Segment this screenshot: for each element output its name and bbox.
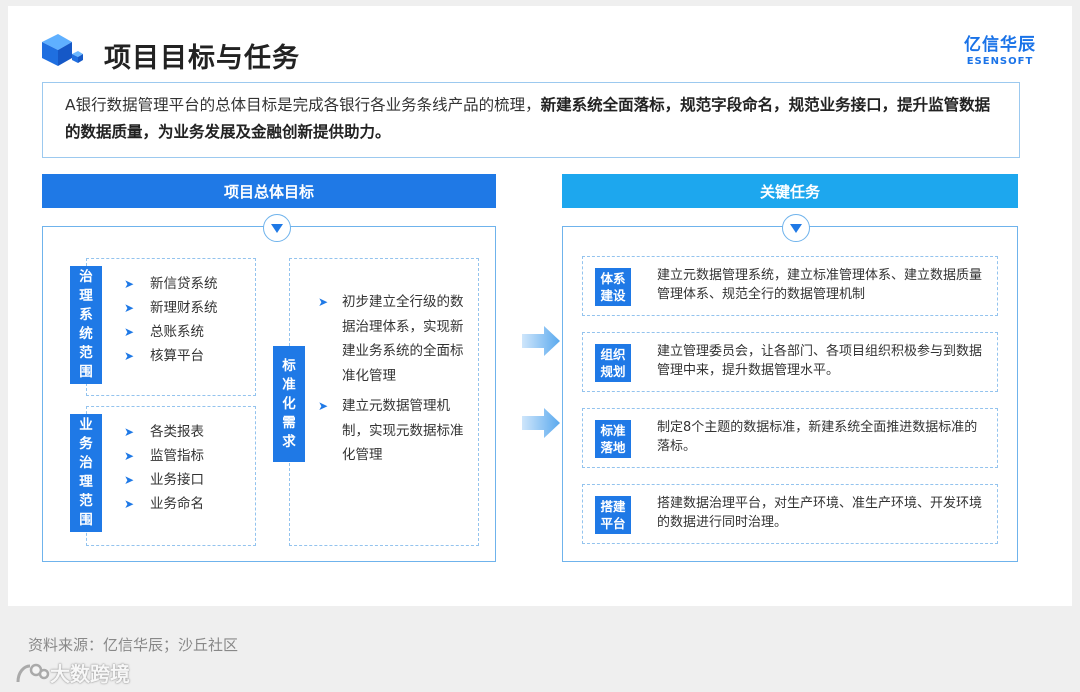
list-item: ➤ 监管指标 [124,444,204,468]
chevron-right-icon: ➤ [124,301,135,315]
chevron-right-icon: ➤ [124,497,135,511]
arrow-right-icon [522,408,560,438]
list-item: ➤ 总账系统 [124,320,218,344]
task-text: 建立管理委员会，让各部门、各项目组织积极参与到数据管理中来，提升数据管理水平。 [657,344,983,378]
task-badge: 标准 落地 [595,420,631,458]
task-item: 标准 落地 制定8个主题的数据标准，新建系统全面推进数据标准的落标。 [582,408,998,468]
chevron-down-icon [263,214,291,242]
governance-scope-label: 治理系统范围 [70,266,102,384]
task-item: 体系 建设 建立元数据管理系统，建立标准管理体系、建立数据质量管理体系、规范全行的… [582,256,998,316]
brand-logo: 亿信华辰 ESENSOFT [964,30,1036,67]
right-panel-header: 关键任务 [562,174,1018,208]
list-item: ➤ 新信贷系统 [124,272,218,296]
cube-logo-icon [42,34,83,66]
list-item: ➤ 各类报表 [124,420,204,444]
chevron-right-icon: ➤ [124,349,135,363]
task-badge: 体系 建设 [595,268,631,306]
chevron-right-icon: ➤ [124,449,135,463]
list-item: ➤ 建立元数据管理机制，实现元数据标准化管理 [314,394,464,468]
source-note: 资料来源：亿信华辰；沙丘社区 [28,636,239,654]
intro-box: A银行数据管理平台的总体目标是完成各银行各业务条线产品的梳理，新建系统全面落标，… [42,82,1020,158]
chevron-right-icon: ➤ [124,325,135,339]
chevron-down-icon [782,214,810,242]
chevron-right-icon: ➤ [318,295,329,309]
arrow-right-icon [522,326,560,356]
standardization-list: ➤ 初步建立全行级的数据治理体系，实现新建业务系统的全面标准化管理 ➤ 建立元数据管… [314,290,464,474]
watermark: 大数跨境 [14,658,130,687]
task-badge: 组织 规划 [595,344,631,382]
list-item: ➤ 业务命名 [124,492,204,516]
intro-text: A银行数据管理平台的总体目标是完成各银行各业务条线产品的梳理， [65,96,541,114]
task-badge: 搭建 平台 [595,496,631,534]
task-text: 制定8个主题的数据标准，新建系统全面推进数据标准的落标。 [657,420,978,454]
page-title: 项目目标与任务 [104,43,300,74]
task-item: 搭建 平台 搭建数据治理平台，对生产环境、准生产环境、开发环境的数据进行同时治理。 [582,484,998,544]
list-item: ➤ 业务接口 [124,468,204,492]
list-item: ➤ 核算平台 [124,344,218,368]
chevron-right-icon: ➤ [124,425,135,439]
list-item: ➤ 初步建立全行级的数据治理体系，实现新建业务系统的全面标准化管理 [314,290,464,388]
left-panel-header: 项目总体目标 [42,174,496,208]
chevron-right-icon: ➤ [318,399,329,413]
brand-logo-en: ESENSOFT [966,56,1034,67]
standardization-label: 标准化需求 [273,346,305,462]
chevron-right-icon: ➤ [124,277,135,291]
task-text: 建立元数据管理系统，建立标准管理体系、建立数据质量管理体系、规范全行的数据管理机… [657,268,983,302]
watermark-logo-icon [16,663,50,682]
brand-logo-cn: 亿信华辰 [964,35,1036,55]
task-item: 组织 规划 建立管理委员会，让各部门、各项目组织积极参与到数据管理中来，提升数据管… [582,332,998,392]
business-scope-label: 业务治理范围 [70,414,102,532]
list-item: ➤ 新理财系统 [124,296,218,320]
business-scope-list: ➤ 各类报表 ➤ 监管指标 ➤ 业务接口 ➤ 业务命名 [124,420,204,516]
governance-scope-list: ➤ 新信贷系统 ➤ 新理财系统 ➤ 总账系统 ➤ 核算平台 [124,272,218,368]
task-text: 搭建数据治理平台，对生产环境、准生产环境、开发环境的数据进行同时治理。 [657,496,983,530]
chevron-right-icon: ➤ [124,473,135,487]
watermark-text: 大数跨境 [50,662,130,686]
